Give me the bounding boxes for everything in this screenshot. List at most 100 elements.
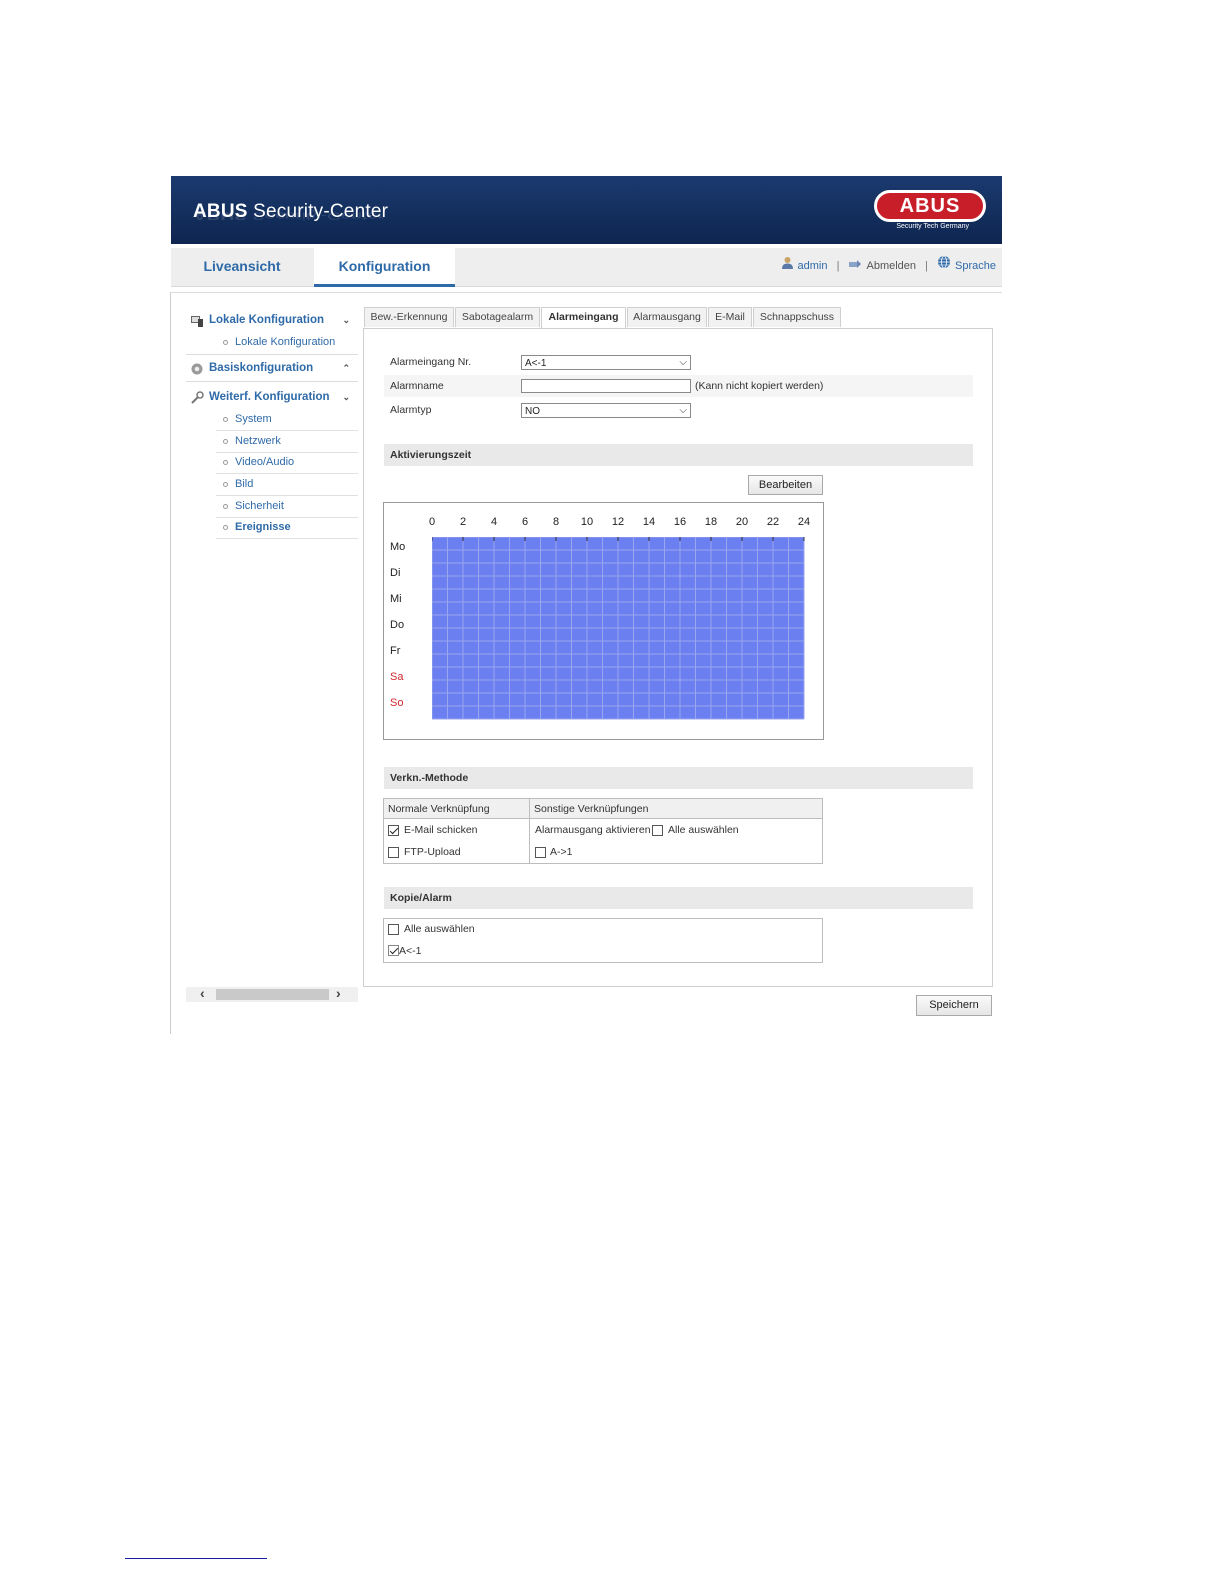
tab-bew-erkennung[interactable]: Bew.-Erkennung [364, 307, 454, 327]
sidebar-item-video-audio[interactable]: Video/Audio [216, 452, 358, 474]
logo-tagline: Security Tech Germany [896, 223, 969, 230]
edit-schedule-button[interactable]: Bearbeiten [748, 475, 823, 495]
chevron-down-icon: ⌵ [679, 405, 687, 416]
email-label: E-Mail schicken [404, 824, 478, 836]
day-label: Do [390, 619, 405, 631]
user-toolbar: admin | Abmelden | Sprache [781, 248, 996, 284]
chevron-down-icon: ⌄ [342, 392, 350, 402]
hour-label: 24 [797, 516, 811, 528]
hour-label: 12 [611, 516, 625, 528]
hour-label: 14 [642, 516, 656, 528]
sidebar-item-sicherheit[interactable]: Sicherheit [216, 496, 358, 518]
sidebar-item-system[interactable]: System [216, 409, 358, 431]
other-linkage-header: Sonstige Verknüpfungen [530, 799, 822, 819]
bullet-icon [223, 439, 228, 444]
hour-label: 4 [490, 516, 498, 528]
abus-logo: ABUS [874, 190, 986, 222]
sidebar-item-ereignisse[interactable]: Ereignisse [216, 517, 358, 539]
bullet-icon [223, 340, 228, 345]
day-label: Mi [390, 593, 402, 605]
hour-label: 2 [459, 516, 467, 528]
copy-select-all-label: Alle auswählen [404, 923, 475, 935]
sidebar-section-label: Weiterf. Konfiguration [209, 391, 330, 403]
output-a1-label: A->1 [550, 846, 573, 858]
hour-label: 6 [521, 516, 529, 528]
sidebar-section-label: Basiskonfiguration [209, 362, 314, 374]
language-link[interactable]: Sprache [955, 260, 996, 272]
scroll-right-icon[interactable]: › [336, 985, 341, 1001]
user-link[interactable]: admin [798, 260, 828, 272]
chevron-up-icon: ⌃ [342, 363, 350, 373]
section-copy-alarm: Kopie/Alarm [384, 887, 973, 909]
select-all-outputs-checkbox[interactable] [652, 825, 663, 836]
alarm-type-value: NO [525, 406, 540, 417]
chevron-down-icon: ⌄ [342, 315, 350, 325]
hour-label: 8 [552, 516, 560, 528]
save-button[interactable]: Speichern [916, 995, 992, 1016]
section-linkage-method: Verkn.-Methode [384, 767, 973, 789]
email-checkbox[interactable] [388, 825, 399, 836]
sidebar-item-lokale-konfiguration[interactable]: Lokale Konfiguration [216, 332, 358, 353]
globe-icon [937, 248, 951, 284]
ftp-checkbox[interactable] [388, 847, 399, 858]
chevron-down-icon: ⌵ [679, 357, 687, 368]
alarm-type-select[interactable]: NO ⌵ [521, 403, 691, 418]
hour-label: 0 [428, 516, 436, 528]
sidebar-scrollbar[interactable]: ‹ › [186, 985, 358, 1002]
wrench-icon [190, 390, 204, 404]
scroll-left-icon[interactable]: ‹ [200, 985, 205, 1001]
table-divider [529, 819, 530, 863]
normal-linkage-header: Normale Verknüpfung [384, 799, 530, 819]
bullet-icon [223, 417, 228, 422]
sidebar-section-local[interactable]: Lokale Konfiguration ⌄ [187, 308, 358, 332]
tab-sabotagealarm[interactable]: Sabotagealarm [455, 307, 540, 327]
day-label: So [390, 697, 404, 709]
alarm-type-label: Alarmtyp [390, 404, 432, 416]
user-icon [781, 248, 794, 284]
sidebar-item-label: Ereignisse [235, 521, 291, 533]
bullet-icon [223, 525, 228, 530]
logout-link[interactable]: Abmelden [866, 260, 916, 272]
hour-label: 18 [704, 516, 718, 528]
sidebar-divider [186, 381, 358, 382]
bullet-icon [223, 504, 228, 509]
tab-konfiguration[interactable]: Konfiguration [314, 248, 455, 287]
sidebar-item-label: Bild [235, 478, 254, 490]
sidebar-item-label: Netzwerk [235, 435, 281, 447]
footnote-separator [125, 1558, 267, 1559]
alarm-name-note: (Kann nicht kopiert werden) [695, 380, 824, 392]
copy-select-all-checkbox[interactable] [388, 924, 399, 935]
tab-alarmausgang[interactable]: Alarmausgang [627, 307, 707, 327]
sidebar-item-netzwerk[interactable]: Netzwerk [216, 431, 358, 453]
hour-label: 20 [735, 516, 749, 528]
output-a1-checkbox[interactable] [535, 847, 546, 858]
tab-schnappschuss[interactable]: Schnappschuss [753, 307, 841, 327]
tab-liveansicht[interactable]: Liveansicht [171, 248, 313, 284]
sidebar-item-bild[interactable]: Bild [216, 474, 358, 496]
alarm-input-select[interactable]: A<-1 ⌵ [521, 355, 691, 370]
alarm-name-input[interactable] [521, 379, 691, 393]
alarm-input-label: Alarmeingang Nr. [390, 356, 472, 368]
schedule-grid[interactable] [432, 537, 806, 720]
hour-label: 16 [673, 516, 687, 528]
frame-divider [170, 292, 1002, 293]
frame-divider [170, 292, 171, 1034]
bullet-icon [223, 482, 228, 487]
copy-a1-label: A<-1 [399, 945, 422, 957]
copy-a1-checkbox[interactable] [388, 945, 399, 956]
computer-icon [190, 313, 204, 327]
day-label: Di [390, 567, 401, 579]
tab-alarmeingang[interactable]: Alarmeingang [541, 307, 626, 328]
sidebar-item-label: Sicherheit [235, 500, 284, 512]
day-label: Sa [390, 671, 404, 683]
top-navigation: Liveansicht Konfiguration admin | Abmeld… [171, 248, 1002, 287]
sidebar-section-basic[interactable]: Basiskonfiguration ⌃ [187, 356, 358, 380]
logout-icon [848, 248, 862, 284]
hour-label: 10 [580, 516, 594, 528]
scroll-thumb[interactable] [216, 989, 329, 1000]
tab-email[interactable]: E-Mail [708, 307, 752, 327]
sidebar-divider [186, 354, 358, 355]
sidebar-section-advanced[interactable]: Weiterf. Konfiguration ⌄ [187, 385, 358, 409]
section-activation-time: Aktivierungszeit [384, 444, 973, 466]
gear-icon [190, 361, 204, 375]
